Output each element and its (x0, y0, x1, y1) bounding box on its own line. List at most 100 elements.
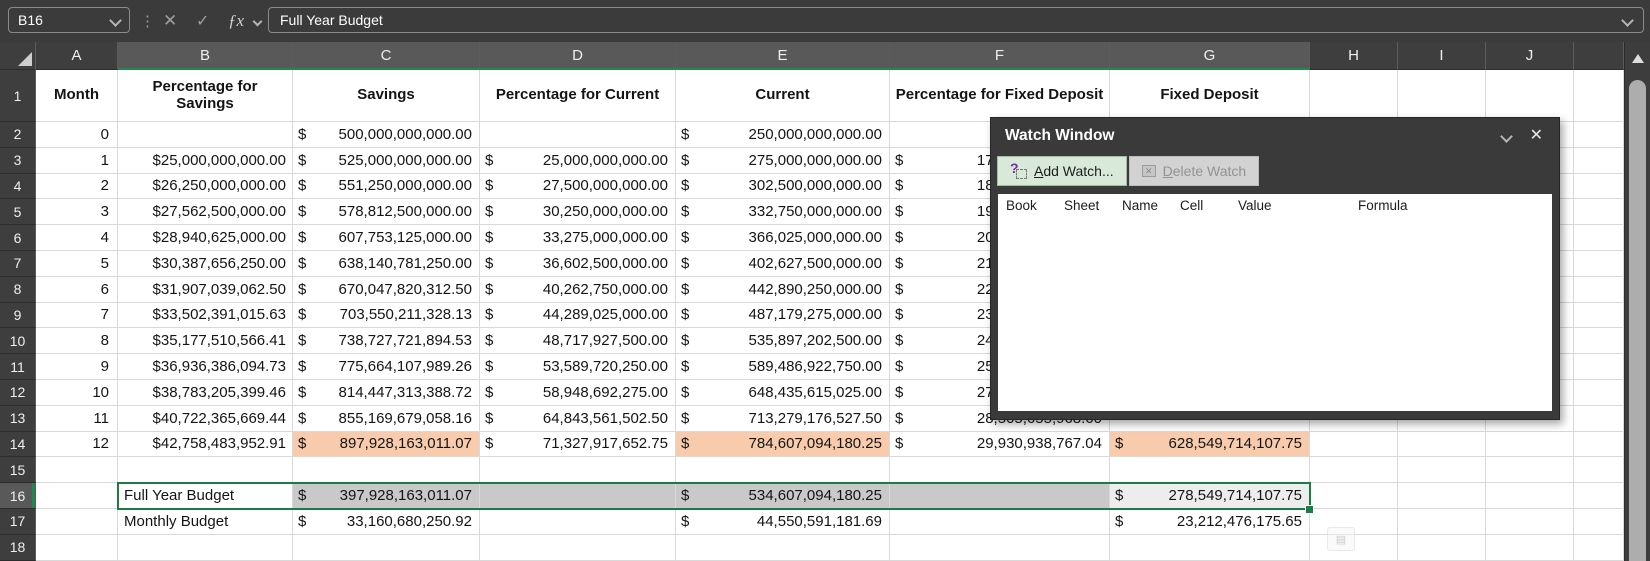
watch-column-name[interactable]: Name (1122, 198, 1158, 213)
cell-A6[interactable]: 4 (36, 225, 118, 251)
column-header-E[interactable]: E (676, 42, 890, 70)
cell-A16[interactable] (36, 483, 118, 509)
cell-C17[interactable]: $33,160,680,250.92 (293, 509, 480, 535)
cell-K5[interactable] (1574, 199, 1624, 225)
cell-E11[interactable]: $589,486,922,750.00 (676, 354, 890, 380)
cell-A12[interactable]: 10 (36, 380, 118, 406)
cell-C12[interactable]: $814,447,313,388.72 (293, 380, 480, 406)
cell-J16[interactable] (1486, 483, 1574, 509)
cell-A18[interactable] (36, 535, 118, 561)
cell-A9[interactable]: 7 (36, 303, 118, 329)
cell-D16[interactable] (480, 483, 676, 509)
cell-C10[interactable]: $738,727,721,894.53 (293, 328, 480, 354)
row-header-14[interactable]: 14 (0, 432, 36, 458)
row-header-13[interactable]: 13 (0, 406, 36, 432)
cell-K18[interactable] (1574, 535, 1624, 561)
cell-B4[interactable]: $26,250,000,000.00 (118, 174, 293, 200)
row-header-6[interactable]: 6 (0, 225, 36, 251)
cell-G14[interactable]: $628,549,714,107.75 (1110, 432, 1310, 458)
watch-list[interactable]: Book Sheet Name Cell Value Formula (998, 194, 1552, 411)
cell-C14[interactable]: $897,928,163,011.07 (293, 432, 480, 458)
cell-D11[interactable]: $53,589,720,250.00 (480, 354, 676, 380)
cell-E10[interactable]: $535,897,202,500.00 (676, 328, 890, 354)
cell-D10[interactable]: $48,717,927,500.00 (480, 328, 676, 354)
cell-E16[interactable]: $534,607,094,180.25 (676, 483, 890, 509)
row-header-11[interactable]: 11 (0, 354, 36, 380)
cell-J15[interactable] (1486, 457, 1574, 483)
formula-bar-expand-icon[interactable] (1621, 14, 1634, 27)
row-header-2[interactable]: 2 (0, 122, 36, 148)
cell-H14[interactable] (1310, 432, 1398, 458)
cell-I18[interactable] (1398, 535, 1486, 561)
cell-C16[interactable]: $397,928,163,011.07 (293, 483, 480, 509)
cell-E9[interactable]: $487,179,275,000.00 (676, 303, 890, 329)
fill-handle[interactable] (1305, 505, 1314, 514)
row-header-10[interactable]: 10 (0, 328, 36, 354)
cell-D8[interactable]: $40,262,750,000.00 (480, 277, 676, 303)
cell-E5[interactable]: $332,750,000,000.00 (676, 199, 890, 225)
row-header-12[interactable]: 12 (0, 380, 36, 406)
cell-F14[interactable]: $29,930,938,767.04 (890, 432, 1110, 458)
row-header-15[interactable]: 15 (0, 457, 36, 483)
cell-B13[interactable]: $40,722,365,669.44 (118, 406, 293, 432)
cell-J1[interactable] (1486, 70, 1574, 122)
cell-F18[interactable] (890, 535, 1110, 561)
paste-options-ghost-icon[interactable]: ▤ (1327, 527, 1355, 551)
cell-C8[interactable]: $670,047,820,312.50 (293, 277, 480, 303)
vertical-scrollbar[interactable] (1624, 42, 1650, 561)
row-header-18[interactable]: 18 (0, 535, 36, 561)
cell-A1[interactable]: Month (36, 70, 118, 122)
cell-A17[interactable] (36, 509, 118, 535)
cell-G17[interactable]: $23,212,476,175.65 (1110, 509, 1310, 535)
cell-K12[interactable] (1574, 380, 1624, 406)
cell-K15[interactable] (1574, 457, 1624, 483)
function-chevron-down-icon[interactable] (254, 0, 261, 42)
formula-input[interactable]: Full Year Budget (268, 7, 1644, 33)
cell-B11[interactable]: $36,936,386,094.73 (118, 354, 293, 380)
column-header-H[interactable]: H (1310, 42, 1398, 70)
cell-A2[interactable]: 0 (36, 122, 118, 148)
row-header-9[interactable]: 9 (0, 303, 36, 329)
row-header-17[interactable]: 17 (0, 509, 36, 535)
cell-C2[interactable]: $500,000,000,000.00 (293, 122, 480, 148)
cell-D7[interactable]: $36,602,500,000.00 (480, 251, 676, 277)
cell-A15[interactable] (36, 457, 118, 483)
cell-B17[interactable]: Monthly Budget (118, 509, 293, 535)
cell-E15[interactable] (676, 457, 890, 483)
cell-C11[interactable]: $775,664,107,989.26 (293, 354, 480, 380)
cell-C6[interactable]: $607,753,125,000.00 (293, 225, 480, 251)
cell-H15[interactable] (1310, 457, 1398, 483)
cell-D14[interactable]: $71,327,917,652.75 (480, 432, 676, 458)
cell-G16[interactable]: $278,549,714,107.75 (1110, 483, 1310, 509)
watch-window-close-icon[interactable]: ✕ (1530, 125, 1543, 145)
cell-E7[interactable]: $402,627,500,000.00 (676, 251, 890, 277)
cell-B6[interactable]: $28,940,625,000.00 (118, 225, 293, 251)
column-header-C[interactable]: C (293, 42, 480, 70)
cell-A10[interactable]: 8 (36, 328, 118, 354)
watch-column-cell[interactable]: Cell (1180, 198, 1203, 213)
cell-F1[interactable]: Percentage for Fixed Deposit (890, 70, 1110, 122)
cell-D9[interactable]: $44,289,025,000.00 (480, 303, 676, 329)
cell-D6[interactable]: $33,275,000,000.00 (480, 225, 676, 251)
cell-E14[interactable]: $784,607,094,180.25 (676, 432, 890, 458)
cell-K1[interactable] (1574, 70, 1624, 122)
cell-B8[interactable]: $31,907,039,062.50 (118, 277, 293, 303)
insert-function-icon[interactable]: ƒx (228, 0, 244, 42)
cell-E6[interactable]: $366,025,000,000.00 (676, 225, 890, 251)
cell-J17[interactable] (1486, 509, 1574, 535)
cell-A11[interactable]: 9 (36, 354, 118, 380)
cell-B3[interactable]: $25,000,000,000.00 (118, 148, 293, 174)
cell-D1[interactable]: Percentage for Current (480, 70, 676, 122)
cell-B1[interactable]: Percentage for Savings (118, 70, 293, 122)
cell-B2[interactable] (118, 122, 293, 148)
cell-C4[interactable]: $551,250,000,000.00 (293, 174, 480, 200)
cell-E4[interactable]: $302,500,000,000.00 (676, 174, 890, 200)
cell-E12[interactable]: $648,435,615,025.00 (676, 380, 890, 406)
cell-F16[interactable] (890, 483, 1110, 509)
chevron-down-icon[interactable] (109, 14, 122, 27)
row-header-16[interactable]: 16 (0, 483, 36, 509)
watch-window-collapse-icon[interactable] (1497, 128, 1515, 144)
cell-B9[interactable]: $33,502,391,015.63 (118, 303, 293, 329)
cell-A4[interactable]: 2 (36, 174, 118, 200)
column-header-J[interactable]: J (1486, 42, 1574, 70)
